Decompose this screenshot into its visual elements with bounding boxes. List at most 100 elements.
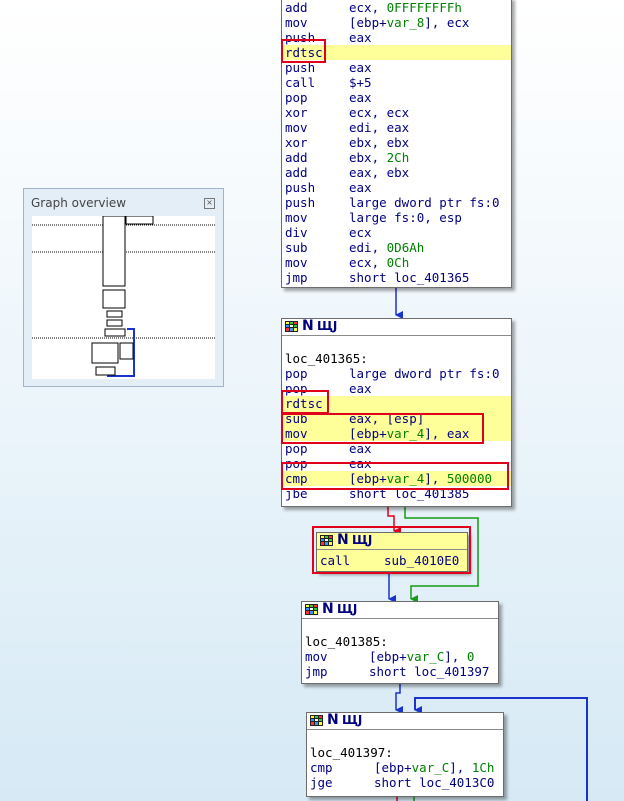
mnemonic: push	[285, 180, 316, 195]
immediate-value: 0FFFFFFFFh	[386, 0, 462, 15]
variable-name: var_C	[411, 760, 450, 775]
instruction-line[interactable]: mov large fs:0, esp	[285, 210, 462, 225]
highlight-box-sub-mov	[281, 413, 484, 444]
operand: [ebp+	[349, 15, 387, 30]
grid-icon	[285, 321, 298, 332]
mnemonic: jge	[310, 775, 333, 790]
flow-icon: ЩJ	[317, 319, 338, 333]
variable-name: var_8	[386, 15, 425, 30]
operand-rest: ],	[449, 760, 472, 775]
highlight-box-call-block	[312, 526, 471, 574]
operand: ecx, ecx	[349, 105, 410, 120]
operand-rest: ], ecx	[424, 15, 470, 30]
operand: large dword ptr fs:0	[349, 366, 500, 381]
mnemonic: pop	[285, 90, 308, 105]
immediate-value: 2Ch	[386, 150, 410, 165]
operand: $+5	[349, 75, 372, 90]
mnemonic: add	[285, 150, 308, 165]
mnemonic: jmp	[305, 664, 328, 679]
block-header: N ЩJ	[307, 712, 503, 730]
mnemonic: sub	[285, 240, 308, 255]
immediate-value: 0D6Ah	[386, 240, 425, 255]
block-label: loc_401397:	[310, 745, 393, 760]
instruction-line[interactable]: sub edi, 0D6Ah	[285, 240, 424, 255]
mnemonic: xor	[285, 135, 308, 150]
operand: ecx,	[349, 0, 387, 15]
instruction-line[interactable]: add eax, ebx	[285, 165, 409, 180]
mnemonic: call	[285, 75, 316, 90]
operand: short loc_401397	[369, 664, 490, 679]
operand: ebx,	[349, 150, 387, 165]
mnemonic: mov	[285, 15, 308, 30]
block-header: N ЩJ	[282, 318, 511, 336]
operand: eax	[349, 30, 372, 45]
n-icon: N	[327, 712, 339, 728]
mnemonic: mov	[285, 255, 308, 270]
variable-name: var_C	[406, 649, 445, 664]
instruction-line[interactable]: pop eax	[285, 90, 372, 105]
mnemonic: add	[285, 0, 308, 15]
highlight-box-cmp	[281, 462, 509, 490]
grid-icon	[305, 604, 318, 615]
operand: edi, eax	[349, 120, 410, 135]
code-block-loc-401385[interactable]: N ЩJ loc_401385: mov [ebp+var_C], 0 jmp shor…	[301, 601, 499, 684]
instruction-line[interactable]: push large dword ptr fs:0	[285, 195, 500, 210]
immediate-value: 0	[466, 649, 475, 664]
mnemonic: add	[285, 165, 308, 180]
mnemonic: cmp	[310, 760, 333, 775]
mnemonic: push	[285, 195, 316, 210]
instruction-line[interactable]: jge short loc_4013C0	[310, 775, 494, 790]
immediate-value: 1Ch	[471, 760, 495, 775]
block-header: N ЩJ	[302, 601, 498, 619]
instruction-line[interactable]: mov [ebp+var_8], ecx	[285, 15, 469, 30]
instruction-line[interactable]: cmp [ebp+var_C], 1Ch	[310, 760, 494, 775]
flow-icon: ЩJ	[342, 713, 363, 727]
operand: eax	[349, 90, 372, 105]
instruction-line[interactable]: jmp short loc_401365	[285, 270, 469, 285]
edge-block4-block5	[395, 683, 403, 714]
mnemonic: mov	[305, 649, 328, 664]
operand: large fs:0, esp	[349, 210, 462, 225]
operand-rest: ],	[444, 649, 467, 664]
mnemonic: jmp	[285, 270, 308, 285]
block-label: loc_401365:	[285, 351, 368, 366]
block-label: loc_401385:	[305, 634, 388, 649]
code-block-loc-401397[interactable]: N ЩJ loc_401397: cmp [ebp+var_C], 1Ch jge sh…	[306, 712, 504, 797]
operand: eax, ebx	[349, 165, 410, 180]
instruction-line[interactable]: jmp short loc_401397	[305, 664, 489, 679]
instruction-line[interactable]: mov ecx, 0Ch	[285, 255, 409, 270]
instruction-line[interactable]: add ecx, 0FFFFFFFFh	[285, 0, 462, 15]
instruction-line[interactable]: mov edi, eax	[285, 120, 409, 135]
operand: ecx	[349, 225, 372, 240]
operand: large dword ptr fs:0	[349, 195, 500, 210]
operand: eax	[349, 60, 372, 75]
operand: edi,	[349, 240, 387, 255]
n-icon: N	[322, 601, 334, 617]
flow-icon: ЩJ	[337, 602, 358, 616]
mnemonic: mov	[285, 210, 308, 225]
operand: [ebp+	[369, 649, 407, 664]
instruction-line[interactable]: div ecx	[285, 225, 372, 240]
instruction-line[interactable]: mov [ebp+var_C], 0	[305, 649, 474, 664]
grid-icon	[310, 715, 323, 726]
instruction-line[interactable]: add ebx, 2Ch	[285, 150, 409, 165]
operand: [ebp+	[374, 760, 412, 775]
instruction-line[interactable]: call $+5	[285, 75, 372, 90]
operand: short loc_401365	[349, 270, 470, 285]
mnemonic: xor	[285, 105, 308, 120]
instruction-line[interactable]: xor ecx, ecx	[285, 105, 409, 120]
operand: ebx, ebx	[349, 135, 410, 150]
mnemonic: div	[285, 225, 308, 240]
operand: eax	[349, 180, 372, 195]
highlight-box-rdtsc-2	[281, 390, 329, 414]
instruction-line[interactable]: xor ebx, ebx	[285, 135, 409, 150]
operand: eax	[349, 381, 372, 396]
highlight-box-rdtsc-1	[281, 39, 326, 63]
immediate-value: 0Ch	[386, 255, 410, 270]
instruction-line[interactable]: push eax	[285, 180, 372, 195]
instruction-line[interactable]: pop large dword ptr fs:0	[285, 366, 500, 381]
operand: ecx,	[349, 255, 387, 270]
mnemonic: pop	[285, 366, 308, 381]
mnemonic: mov	[285, 120, 308, 135]
operand: short loc_4013C0	[374, 775, 495, 790]
